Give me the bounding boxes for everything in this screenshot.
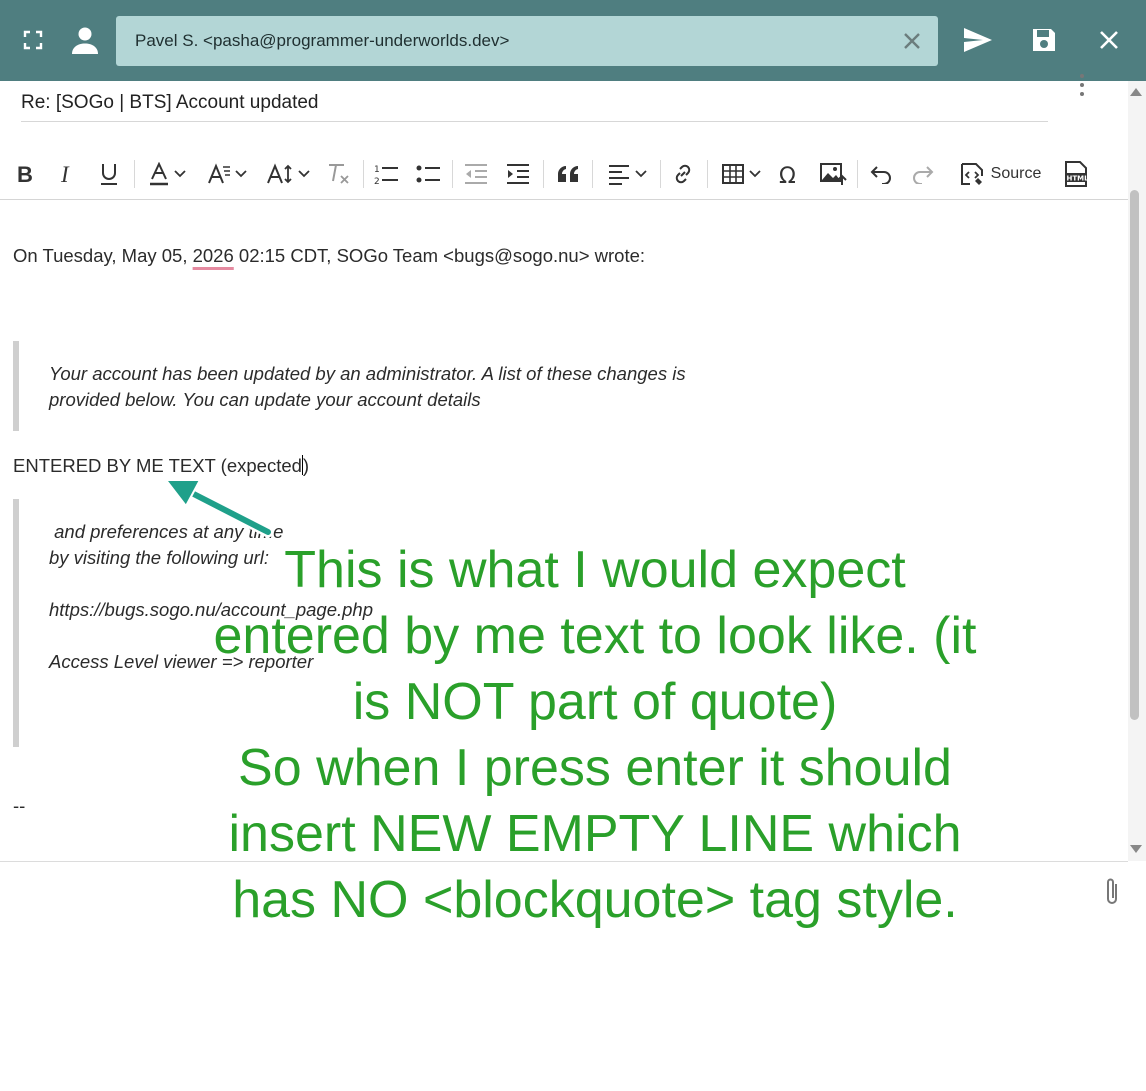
fullscreen-icon[interactable] <box>13 20 53 60</box>
text-color-button[interactable] <box>143 158 191 190</box>
source-button[interactable]: Source <box>955 158 1045 190</box>
subject-field[interactable]: Re: [SOGo | BTS] Account updated <box>21 92 1048 122</box>
annotation-line: This is what I would expect <box>284 541 906 599</box>
html-badge-icon[interactable]: HTML <box>1060 158 1092 190</box>
quote-line: Your account has been updated by an admi… <box>49 363 686 384</box>
signature-separator: -- <box>13 795 26 816</box>
insert-image-icon[interactable] <box>817 158 849 190</box>
editor-toolbar: B I 12 Ω Source HTML <box>0 148 1128 200</box>
scroll-down-icon[interactable] <box>1130 845 1142 853</box>
undo-icon[interactable] <box>865 158 897 190</box>
recipient-chip[interactable]: Pavel S. <pasha@programmer-underworlds.d… <box>116 16 938 66</box>
remove-format-button[interactable] <box>322 158 356 190</box>
italic-button[interactable]: I <box>52 158 82 190</box>
remove-icon[interactable] <box>900 29 924 53</box>
svg-text:Ω: Ω <box>779 164 796 185</box>
quote-line: provided below. You can update your acco… <box>49 389 481 410</box>
more-options-icon[interactable] <box>1076 74 1088 96</box>
blockquote-bar <box>13 341 19 431</box>
bold-button[interactable]: B <box>10 158 40 190</box>
save-icon[interactable] <box>1024 20 1064 60</box>
annotation-line: insert NEW EMPTY LINE which <box>228 805 962 863</box>
svg-text:1: 1 <box>374 165 380 175</box>
attachment-icon[interactable] <box>1098 876 1126 908</box>
misspelled-word: 2026 <box>192 245 234 266</box>
table-icon[interactable] <box>716 158 766 190</box>
annotation-line: is NOT part of quote) <box>352 673 838 731</box>
special-character-icon[interactable]: Ω <box>775 158 805 190</box>
annotation-line: has NO <blockquote> tag style. <box>232 871 958 929</box>
font-style-button[interactable] <box>202 158 252 190</box>
annotation-text: This is what I would expect entered by m… <box>160 537 1030 933</box>
underline-button[interactable] <box>94 158 124 190</box>
compose-header: Pavel S. <pasha@programmer-underworlds.d… <box>0 0 1146 81</box>
link-icon[interactable] <box>667 158 699 190</box>
close-icon[interactable] <box>1089 20 1129 60</box>
font-size-button[interactable] <box>263 158 313 190</box>
annotation-arrow <box>163 479 274 538</box>
blockquote-button[interactable] <box>552 158 584 190</box>
redo-icon[interactable] <box>907 158 939 190</box>
html-badge-label: HTML <box>1067 175 1090 183</box>
annotation-line: So when I press enter it should <box>238 739 952 797</box>
blockquote-bar <box>13 499 19 747</box>
outdent-button[interactable] <box>460 158 492 190</box>
svg-text:B: B <box>17 163 33 185</box>
quote-attribution: On Tuesday, May 05, 2026 02:15 CDT, SOGo… <box>13 245 646 266</box>
contacts-icon[interactable] <box>65 20 105 60</box>
indent-button[interactable] <box>502 158 534 190</box>
recipient-address: Pavel S. <pasha@programmer-underworlds.d… <box>135 31 510 50</box>
numbered-list-button[interactable]: 12 <box>370 158 402 190</box>
alignment-button[interactable] <box>602 158 652 190</box>
bulleted-list-button[interactable] <box>412 158 444 190</box>
scrollbar-thumb[interactable] <box>1130 190 1139 720</box>
annotation-line: entered by me text to look like. (it <box>213 607 977 665</box>
scroll-up-icon[interactable] <box>1130 88 1142 96</box>
svg-text:2: 2 <box>374 177 380 186</box>
svg-text:I: I <box>60 163 70 185</box>
source-label: Source <box>990 165 1042 182</box>
send-icon[interactable] <box>958 20 998 60</box>
